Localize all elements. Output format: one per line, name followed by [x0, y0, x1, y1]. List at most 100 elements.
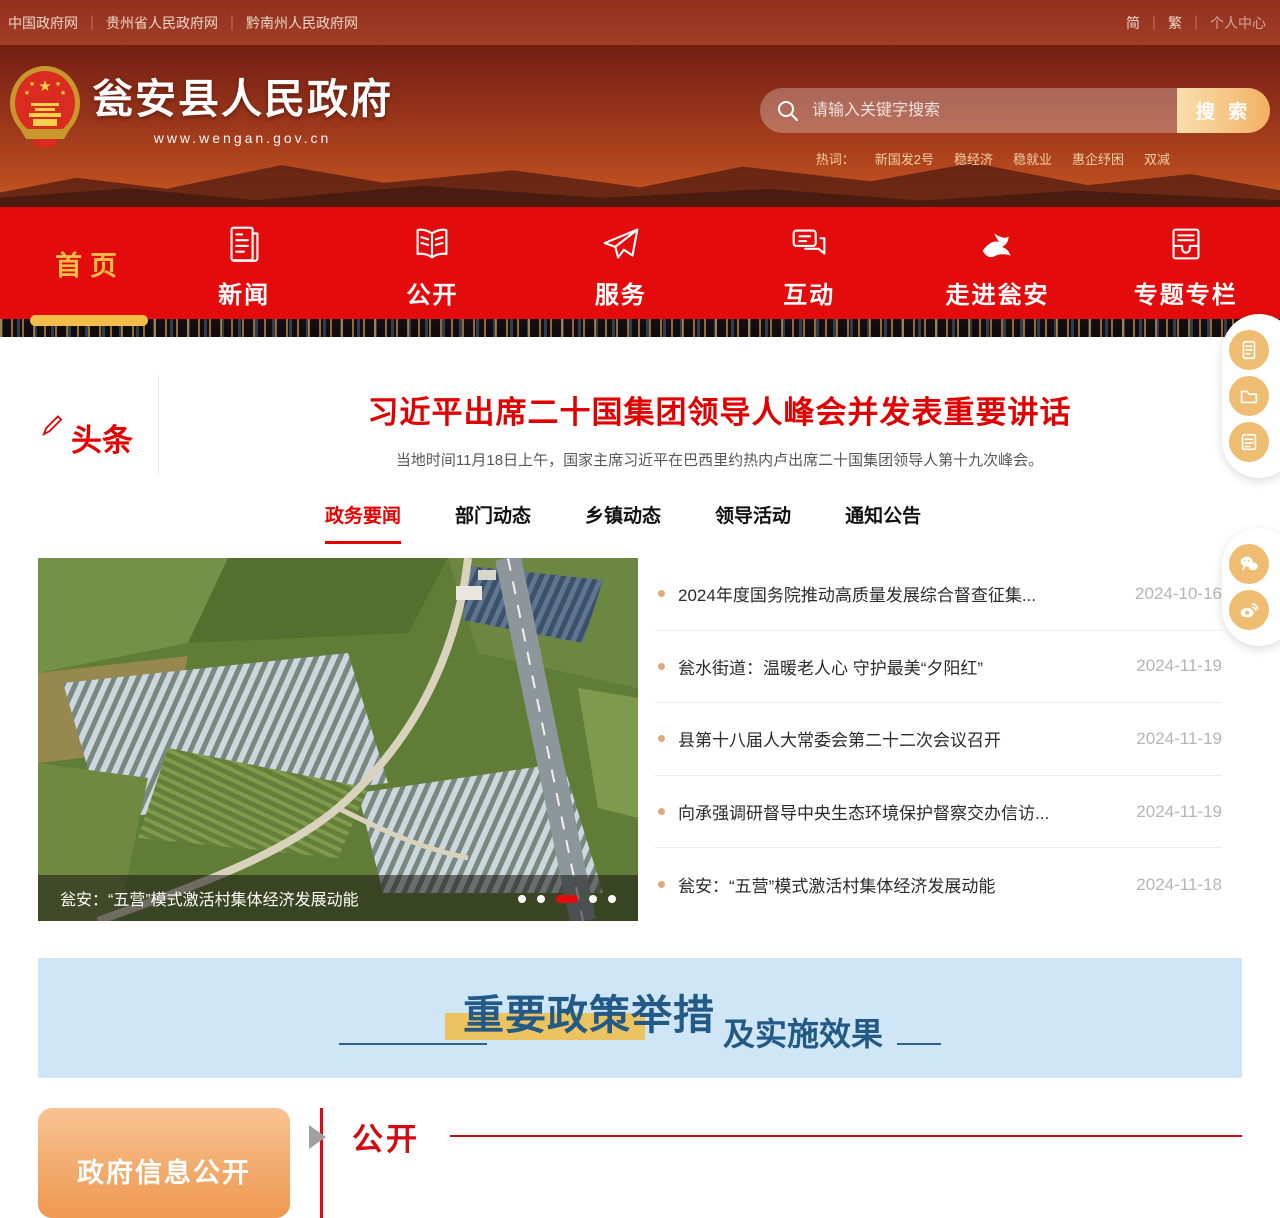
tab-government-news[interactable]: 政务要闻 — [325, 501, 401, 544]
news-date: 2024-11-18 — [1136, 875, 1222, 895]
paper-plane-icon — [598, 221, 644, 267]
active-nav-underline — [30, 315, 148, 326]
news-title: 瓮安：“五营”模式激活村集体经济发展动能 — [678, 872, 1124, 897]
personal-center-link[interactable]: 个人中心 — [1210, 13, 1266, 33]
pen-icon — [40, 412, 66, 443]
news-title: 2024年度国务院推动高质量发展综合督查征集... — [678, 581, 1123, 606]
hotwords-label: 热词： — [816, 149, 855, 168]
link-guizhou-gov[interactable]: 贵州省人民政府网 — [106, 13, 218, 33]
arrow-right-icon — [309, 1125, 326, 1149]
nav-item-interaction[interactable]: 互动 — [715, 207, 903, 319]
hotword[interactable]: 双减 — [1144, 149, 1170, 168]
tab-leader-activities[interactable]: 领导活动 — [715, 501, 791, 544]
floating-social-panel — [1222, 528, 1280, 646]
carousel-dot-4[interactable] — [589, 895, 597, 903]
government-info-disclosure-button[interactable]: 政府信息公开 — [38, 1108, 290, 1218]
news-date: 2024-11-19 — [1136, 802, 1222, 822]
news-row[interactable]: 瓮安：“五营”模式激活村集体经济发展动能 2024-11-18 — [655, 848, 1222, 921]
floating-tools-panel — [1222, 314, 1280, 478]
news-row[interactable]: 县第十八届人大常委会第二十二次会议召开 2024-11-19 — [655, 703, 1222, 776]
news-row[interactable]: 2024年度国务院推动高质量发展综合督查征集... 2024-10-16 — [655, 558, 1222, 631]
svg-text:★: ★ — [60, 89, 66, 97]
open-section: 政府信息公开 公开 — [38, 1108, 1242, 1218]
search-button[interactable]: 搜 索 — [1177, 88, 1270, 133]
news-row[interactable]: 瓮水街道：温暖老人心 守护最美“夕阳红” 2024-11-19 — [655, 631, 1222, 704]
folder-icon[interactable] — [1229, 376, 1269, 416]
banner-line-right — [897, 1043, 941, 1045]
red-horizontal-rule — [450, 1135, 1242, 1137]
headline-badge: 头条 — [40, 373, 158, 475]
hotwords-row: 热词： 新国发2号 稳经济 稳就业 惠企纾困 双减 — [816, 149, 1170, 168]
tab-department-news[interactable]: 部门动态 — [455, 501, 531, 544]
chat-bubbles-icon — [786, 221, 832, 267]
carousel-dot-2[interactable] — [537, 895, 545, 903]
file-icon[interactable] — [1229, 330, 1269, 370]
lang-simplified[interactable]: 简 — [1126, 13, 1140, 33]
news-list: 2024年度国务院推动高质量发展综合督查征集... 2024-10-16 瓮水街… — [655, 558, 1242, 921]
nav-label: 走进瓮安 — [945, 275, 1049, 310]
banner-title-sub: 及实施效果 — [723, 1009, 883, 1055]
photo-carousel[interactable]: 瓮安：“五营”模式激活村集体经济发展动能 — [38, 558, 638, 921]
bullet-dot — [658, 881, 665, 888]
top-utility-bar: 中国政府网 ｜ 贵州省人民政府网 ｜ 黔南州人民政府网 简 ｜ 繁 ｜ 个人中心 — [0, 0, 1280, 45]
svg-text:★: ★ — [55, 80, 61, 88]
tab-township-news[interactable]: 乡镇动态 — [585, 501, 661, 544]
carousel-caption-text: 瓮安：“五营”模式激活村集体经济发展动能 — [60, 886, 359, 910]
link-qiannan-gov[interactable]: 黔南州人民政府网 — [246, 13, 358, 33]
separator: ｜ — [85, 13, 99, 33]
open-book-icon — [409, 221, 455, 267]
svg-text:★: ★ — [29, 80, 35, 88]
headline-section: 头条 习近平出席二十国集团领导人峰会并发表重要讲话 当地时间11月18日上午，国… — [0, 337, 1280, 475]
nav-label: 互动 — [783, 275, 835, 310]
bullet-dot — [658, 735, 665, 742]
hotword[interactable]: 稳就业 — [1013, 149, 1052, 168]
bullet-dot — [658, 663, 665, 670]
hotword[interactable]: 惠企纾困 — [1072, 149, 1124, 168]
nav-item-about-wengan[interactable]: 走进瓮安 — [903, 207, 1091, 319]
tab-notices[interactable]: 通知公告 — [845, 501, 921, 544]
bullet-dot — [658, 808, 665, 815]
headline-title[interactable]: 习近平出席二十国集团领导人峰会并发表重要讲话 — [159, 387, 1280, 432]
svg-text:★: ★ — [24, 89, 30, 97]
separator: ｜ — [1189, 13, 1203, 33]
nav-item-special-topics[interactable]: 专题专栏 — [1092, 207, 1280, 319]
news-title: 县第十八届人大常委会第二十二次会议召开 — [678, 726, 1124, 751]
svg-text:★: ★ — [38, 78, 51, 95]
search-icon — [776, 99, 800, 123]
search-input[interactable] — [800, 88, 1177, 133]
site-logo[interactable]: ★ ★ ★ ★ ★ 瓮安县人民政府 www.wengan.gov.cn — [8, 65, 393, 147]
hotword[interactable]: 稳经济 — [954, 149, 993, 168]
carousel-dot-5[interactable] — [608, 895, 616, 903]
policy-banner[interactable]: 重要政策举措 及实施效果 — [38, 958, 1242, 1078]
news-date: 2024-10-16 — [1135, 584, 1222, 604]
headline-subtitle: 当地时间11月18日上午，国家主席习近平在巴西里约热内卢出席二十国集团领导人第十… — [159, 449, 1280, 470]
carousel-dots — [518, 895, 616, 903]
main-nav: 首页 新闻 公开 服务 互动 走进瓮安 专题专栏 — [0, 207, 1280, 319]
report-icon[interactable] — [1229, 422, 1269, 462]
nav-item-services[interactable]: 服务 — [527, 207, 715, 319]
weibo-icon[interactable] — [1229, 590, 1269, 630]
nav-label: 服务 — [595, 275, 647, 310]
news-title: 瓮水街道：温暖老人心 守护最美“夕阳红” — [678, 654, 1124, 679]
carousel-dot-3-active[interactable] — [556, 895, 578, 903]
nav-label: 新闻 — [218, 275, 270, 310]
news-tabs: 政务要闻 部门动态 乡镇动态 领导活动 通知公告 — [325, 501, 1280, 544]
hotword[interactable]: 新国发2号 — [875, 149, 934, 168]
news-row[interactable]: 向承强调研督导中央生态环境保护督察交办信访... 2024-11-19 — [655, 776, 1222, 849]
news-date: 2024-11-19 — [1136, 656, 1222, 676]
lang-traditional[interactable]: 繁 — [1168, 13, 1182, 33]
wechat-icon[interactable] — [1229, 544, 1269, 584]
search-bar: 搜 索 — [760, 88, 1270, 133]
nav-item-news[interactable]: 新闻 — [150, 207, 338, 319]
newspaper-icon — [221, 221, 267, 267]
banner-line-left — [339, 1043, 487, 1045]
national-emblem-icon: ★ ★ ★ ★ ★ — [8, 65, 82, 147]
main-content: 瓮安：“五营”模式激活村集体经济发展动能 2024年度国务院推动高质量发展综合督… — [38, 558, 1242, 921]
nav-item-home[interactable]: 首页 — [30, 207, 150, 319]
link-china-gov[interactable]: 中国政府网 — [8, 13, 78, 33]
nav-item-open[interactable]: 公开 — [338, 207, 526, 319]
bird-icon — [974, 221, 1020, 267]
news-title: 向承强调研督导中央生态环境保护督察交办信访... — [678, 799, 1124, 824]
carousel-dot-1[interactable] — [518, 895, 526, 903]
banner-title-main: 重要政策举措 — [463, 981, 715, 1041]
